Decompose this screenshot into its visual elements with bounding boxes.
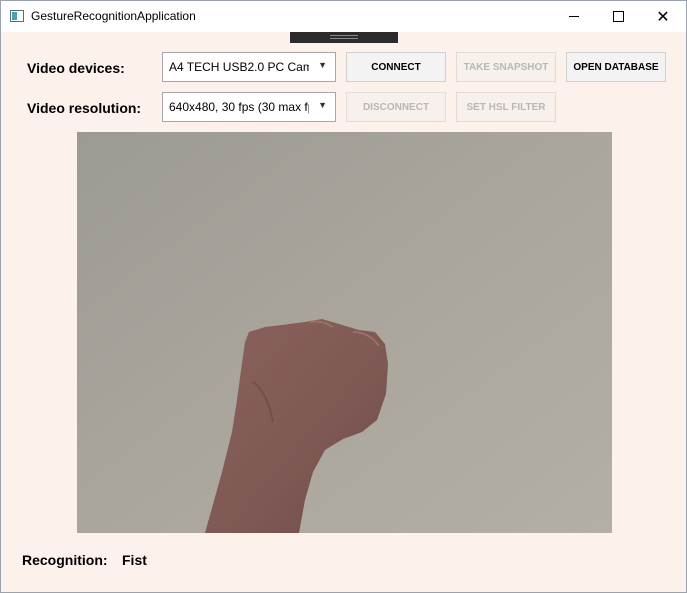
video-devices-dropdown[interactable]: A4 TECH USB2.0 PC Camera ▼ [162, 52, 336, 82]
chevron-down-icon: ▼ [318, 100, 327, 110]
app-window: GestureRecognitionApplication ✕ Video de… [0, 0, 687, 593]
close-button[interactable]: ✕ [640, 1, 686, 32]
take-snapshot-button[interactable]: TAKE SNAPSHOT [456, 52, 556, 82]
disconnect-button[interactable]: DISCONNECT [346, 92, 446, 122]
window-title: GestureRecognitionApplication [31, 9, 196, 23]
maximize-button[interactable] [595, 1, 641, 32]
video-resolution-dropdown[interactable]: 640x480, 30 fps (30 max fps) ▼ [162, 92, 336, 122]
minimize-button[interactable] [551, 1, 597, 32]
title-bar[interactable]: GestureRecognitionApplication ✕ [1, 1, 686, 32]
drag-handle[interactable] [290, 32, 398, 43]
video-resolution-value: 640x480, 30 fps (30 max fps) [169, 100, 309, 114]
video-preview [77, 132, 612, 533]
open-database-button[interactable]: OPEN DATABASE [566, 52, 666, 82]
camera-frame-image [77, 132, 612, 533]
video-devices-label: Video devices: [27, 60, 125, 76]
recognition-value: Fist [122, 552, 147, 568]
chevron-down-icon: ▼ [318, 60, 327, 70]
video-resolution-label: Video resolution: [27, 100, 142, 116]
app-icon [10, 10, 24, 22]
connect-button[interactable]: CONNECT [346, 52, 446, 82]
recognition-label: Recognition: [22, 552, 108, 568]
video-devices-value: A4 TECH USB2.0 PC Camera [169, 60, 309, 74]
set-hsl-filter-button[interactable]: SET HSL FILTER [456, 92, 556, 122]
